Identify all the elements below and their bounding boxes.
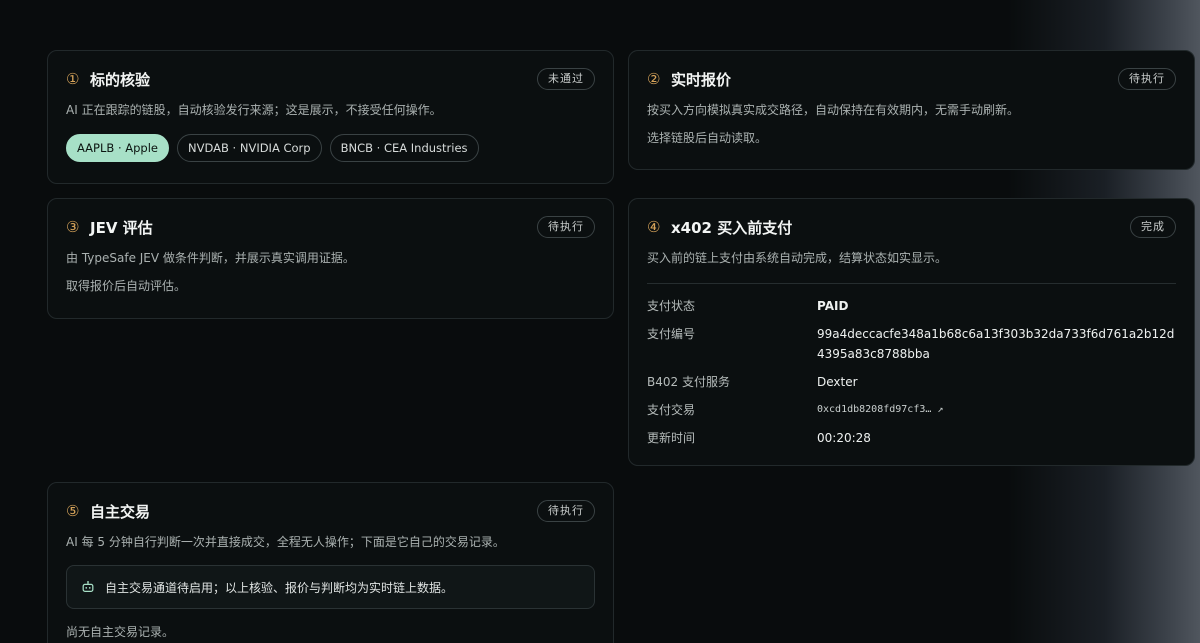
payment-status-row: 支付状态 PAID xyxy=(647,296,1176,316)
card-live-quote: ② 实时报价 待执行 按买入方向模拟真实成交路径，自动保持在有效期内，无需手动刷… xyxy=(628,50,1195,170)
tx-hash[interactable]: 0xcd1db8208fd97cf3… xyxy=(817,404,931,415)
payment-status-value: PAID xyxy=(817,299,849,313)
trading-notice: 自主交易通道待启用；以上核验、报价与判断均为实时链上数据。 xyxy=(66,565,595,609)
payment-id-value: 99a4deccacfe348a1b68c6a13f303b32da733f6d… xyxy=(817,327,1175,361)
step-number: ① xyxy=(66,70,80,88)
card-autonomous-trading: ⑤ 自主交易 待执行 AI 每 5 分钟自行判断一次并直接成交，全程无人操作；下… xyxy=(47,482,614,643)
status-badge: 待执行 xyxy=(1118,68,1176,90)
row-label: 支付编号 xyxy=(647,327,696,341)
robot-icon xyxy=(82,581,94,592)
asset-chip-nvdab[interactable]: NVDAB · NVIDIA Corp xyxy=(177,134,322,162)
card-description: AI 每 5 分钟自行判断一次并直接成交，全程无人操作；下面是它自己的交易记录。 xyxy=(66,535,505,549)
status-badge: 待执行 xyxy=(537,216,595,238)
divider xyxy=(647,283,1176,284)
status-badge: 未通过 xyxy=(537,68,595,90)
card-title: JEV 评估 xyxy=(90,218,153,237)
card-description: AI 正在跟踪的链股，自动核验发行来源；这是展示，不接受任何操作。 xyxy=(66,103,442,117)
card-title: 自主交易 xyxy=(90,502,151,521)
card-hint: 选择链股后自动读取。 xyxy=(647,131,768,145)
row-label: 支付交易 xyxy=(647,403,696,417)
row-label: 支付状态 xyxy=(647,299,696,313)
card-description: 买入前的链上支付由系统自动完成，结算状态如实显示。 xyxy=(647,251,948,265)
step-number: ⑤ xyxy=(66,502,80,520)
card-asset-verification: ① 标的核验 未通过 AI 正在跟踪的链股，自动核验发行来源；这是展示，不接受任… xyxy=(47,50,614,184)
asset-chip-aaplb[interactable]: AAPLB · Apple xyxy=(66,134,169,162)
card-jev-evaluation: ③ JEV 评估 待执行 由 TypeSafe JEV 做条件判断，并展示真实调… xyxy=(47,198,614,319)
payment-service-value: Dexter xyxy=(817,375,858,389)
asset-chip-bncb[interactable]: BNCB · CEA Industries xyxy=(329,134,479,162)
updated-time-row: 更新时间 00:20:28 xyxy=(647,428,1176,448)
card-hint: 取得报价后自动评估。 xyxy=(66,279,187,293)
notice-text: 自主交易通道待启用；以上核验、报价与判断均为实时链上数据。 xyxy=(105,580,454,595)
status-badge: 待执行 xyxy=(537,500,595,522)
step-number: ② xyxy=(647,70,661,88)
updated-time-value: 00:20:28 xyxy=(817,431,871,445)
row-label: 更新时间 xyxy=(647,431,696,445)
card-title: x402 买入前支付 xyxy=(671,218,793,237)
empty-trade-records: 尚无自主交易记录。 xyxy=(66,625,175,639)
card-description: 由 TypeSafe JEV 做条件判断，并展示真实调用证据。 xyxy=(66,251,355,265)
payment-id-row: 支付编号 99a4deccacfe348a1b68c6a13f303b32da7… xyxy=(647,324,1176,364)
step-number: ④ xyxy=(647,218,661,236)
card-title: 标的核验 xyxy=(90,70,151,89)
card-title: 实时报价 xyxy=(671,70,732,89)
asset-chip-list: AAPLB · Apple NVDAB · NVIDIA Corp BNCB ·… xyxy=(66,134,595,162)
payment-tx-link[interactable]: 0xcd1db8208fd97cf3… ↗ xyxy=(817,400,943,420)
row-label: B402 支付服务 xyxy=(647,375,730,389)
card-description: 按买入方向模拟真实成交路径，自动保持在有效期内，无需手动刷新。 xyxy=(647,103,1020,117)
status-badge: 完成 xyxy=(1130,216,1176,238)
payment-service-row: B402 支付服务 Dexter xyxy=(647,372,1176,392)
step-number: ③ xyxy=(66,218,80,236)
payment-tx-row: 支付交易 0xcd1db8208fd97cf3… ↗ xyxy=(647,400,1176,420)
external-link-icon[interactable]: ↗ xyxy=(937,404,943,415)
card-x402-payment: ④ x402 买入前支付 完成 买入前的链上支付由系统自动完成，结算状态如实显示… xyxy=(628,198,1195,466)
